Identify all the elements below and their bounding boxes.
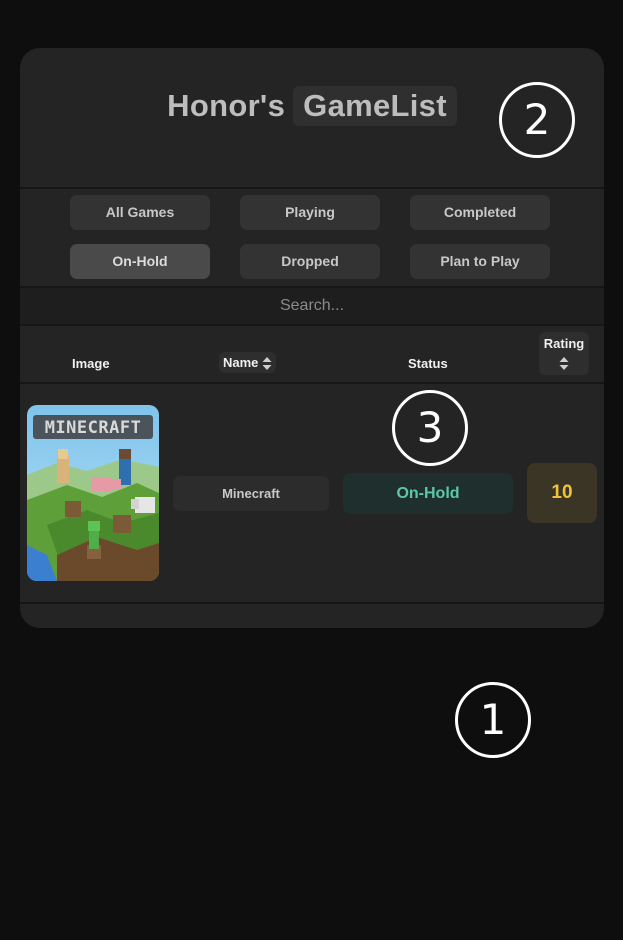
game-name: Minecraft <box>173 476 329 511</box>
table-row[interactable]: MINECRAFT Minecraft On-Hold 10 <box>20 384 604 602</box>
filter-playing-button[interactable]: Playing <box>240 195 380 230</box>
page-title-gamelist: GameList <box>293 86 457 126</box>
filter-dropped-button[interactable]: Dropped <box>240 244 380 279</box>
page-title-owner: Honor's <box>167 88 286 123</box>
minecraft-cover-art: MINECRAFT <box>27 405 159 581</box>
column-header-status: Status <box>408 356 448 371</box>
column-header-rating-label: Rating <box>543 336 585 351</box>
game-cover-image: MINECRAFT <box>27 405 159 581</box>
annotation-marker-1: 1 <box>455 682 531 758</box>
divider <box>20 602 604 604</box>
column-header-name-label: Name <box>223 355 259 370</box>
sort-icon <box>262 357 272 371</box>
cover-logo-text: MINECRAFT <box>45 418 142 438</box>
rating-badge: 10 <box>527 463 597 523</box>
filter-all-games-button[interactable]: All Games <box>70 195 210 230</box>
column-header-image: Image <box>72 356 110 371</box>
column-header-rating[interactable]: Rating <box>539 332 589 375</box>
table-header: Image Name Status Rating <box>20 326 604 382</box>
filter-completed-button[interactable]: Completed <box>410 195 550 230</box>
status-badge: On-Hold <box>343 473 513 514</box>
column-header-name[interactable]: Name <box>219 352 277 374</box>
annotation-marker-2: 2 <box>499 82 575 158</box>
sort-icon <box>559 357 569 370</box>
annotation-marker-3: 3 <box>392 390 468 466</box>
filter-on-hold-button[interactable]: On-Hold <box>70 244 210 279</box>
filter-bar: All Games Playing Completed On-Hold Drop… <box>20 189 604 286</box>
search-input[interactable] <box>20 288 604 324</box>
filter-plan-to-play-button[interactable]: Plan to Play <box>410 244 550 279</box>
